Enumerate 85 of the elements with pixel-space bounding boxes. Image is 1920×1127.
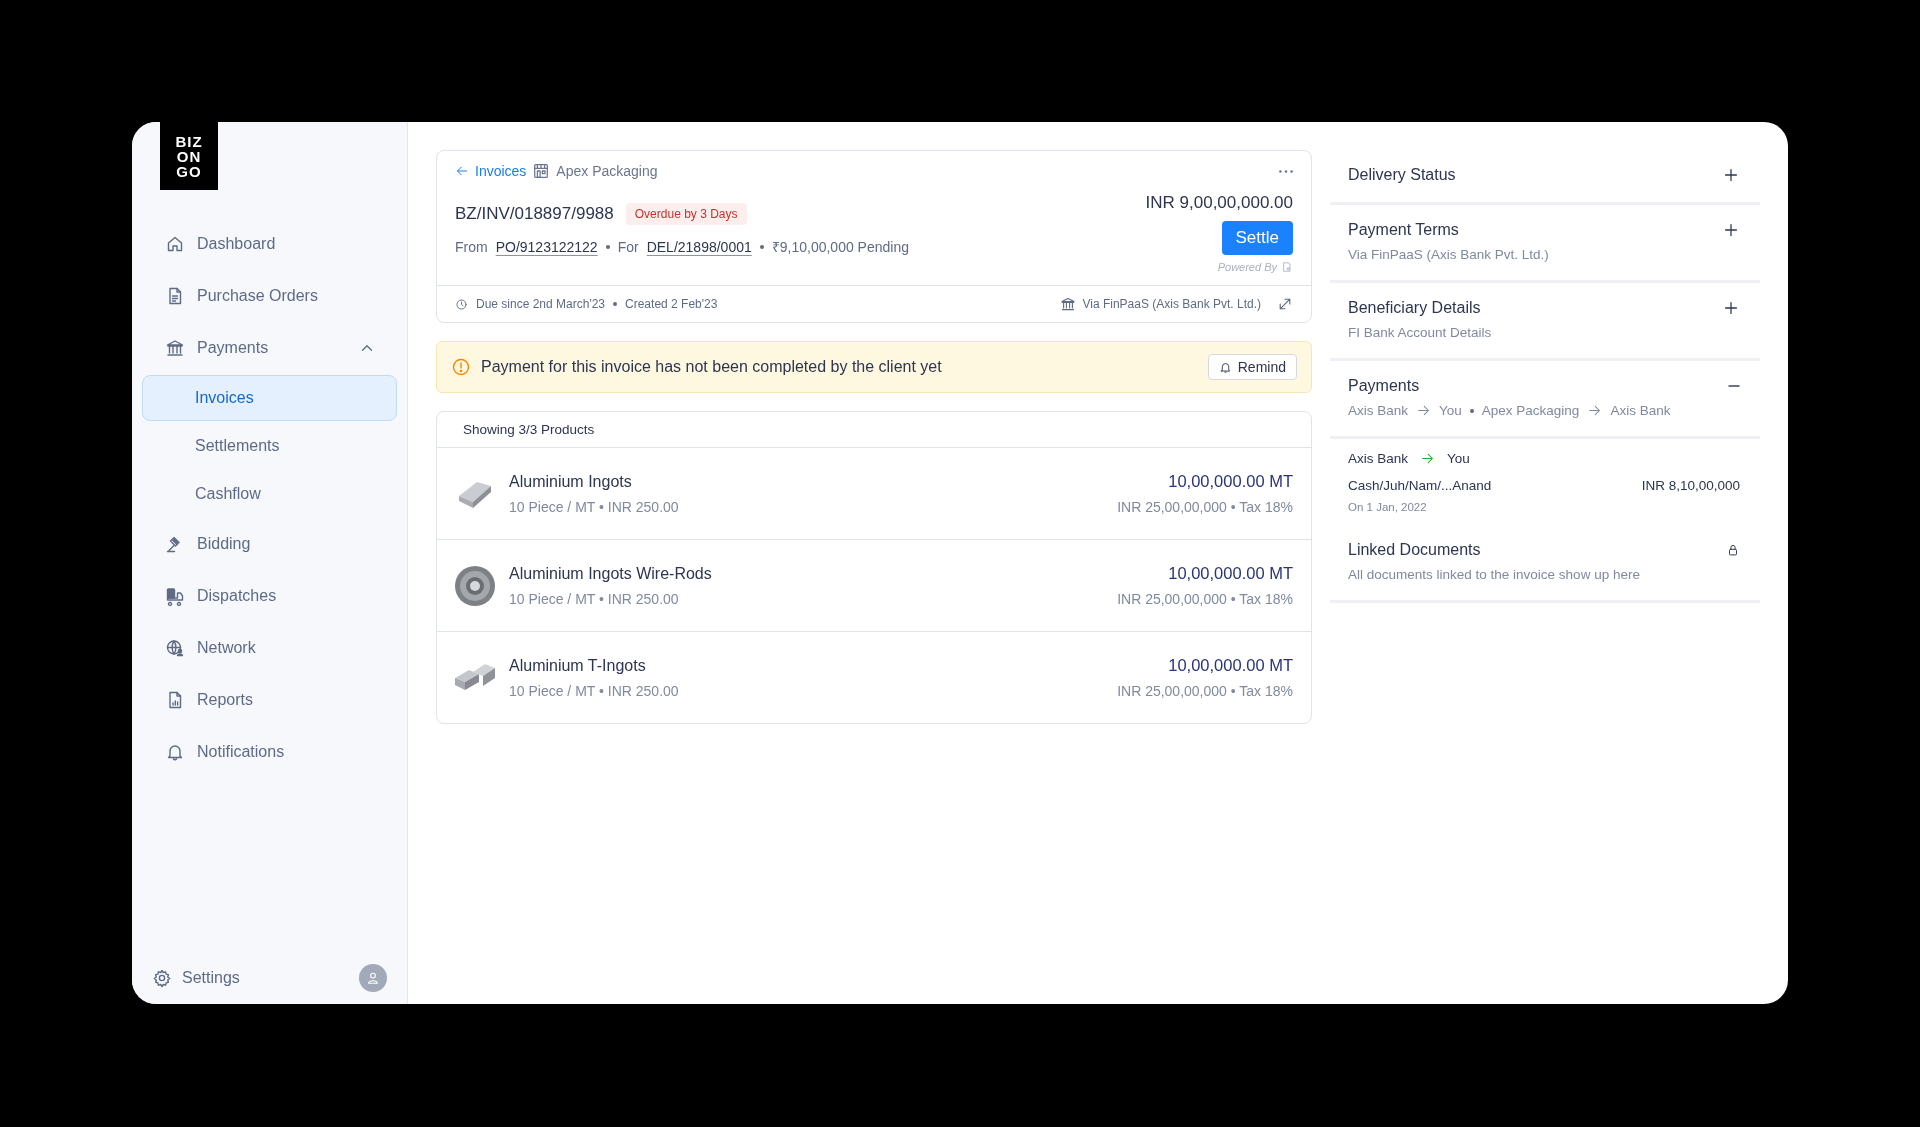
section-title[interactable]: Beneficiary Details [1348,299,1722,317]
product-detail: 10 Piece / MT • INR 250.00 [509,682,680,699]
section-title[interactable]: Payments [1348,377,1728,395]
remind-button[interactable]: Remind [1207,354,1297,380]
arrow-right-icon [1587,403,1603,418]
home-icon [165,234,185,254]
section-title[interactable]: Linked Documents [1348,541,1726,559]
minus-icon [1728,385,1740,387]
route-label: Axis Bank [1348,403,1409,418]
products-heading: Showing 3/3 Products [463,422,595,437]
powered-by-label: Powered By [1217,261,1277,273]
overdue-badge: Overdue by 3 Days [625,203,747,225]
settle-button[interactable]: Settle [1221,221,1293,255]
payment-date: On 1 Jan, 2022 [1348,501,1428,513]
document-icon [1281,261,1293,273]
payment-reference: Cash/Juh/Nam/...Anand [1348,478,1492,493]
product-quantity: 10,00,000.00 MT [1168,656,1293,675]
nav-item[interactable]: Notifications [142,726,397,778]
company-name: Apex Packaging [556,163,658,179]
product-quantity: 10,00,000.00 MT [1168,472,1293,491]
nav-item[interactable]: Dispatches [142,570,397,622]
more-icon [1279,169,1293,173]
section-title[interactable]: Payment Terms [1348,221,1722,239]
globe-icon [165,638,185,658]
delivery-link[interactable]: DEL/21898/0001 [646,238,752,255]
meta-label: From [455,238,488,255]
nav-item[interactable]: Payments [142,322,397,374]
product-total: INR 25,00,00,000 • Tax 18% [1117,591,1293,607]
logo: BIZ ON GO [160,122,218,190]
product-total: INR 25,00,00,000 • Tax 18% [1117,499,1293,515]
store-icon [532,162,551,180]
warning-icon [451,357,471,377]
product-name: Aluminium Ingots Wire-Rods [509,564,713,583]
product-detail: 10 Piece / MT • INR 250.00 [509,590,680,607]
settings-link[interactable]: Settings [182,969,240,987]
bell-icon [1218,360,1232,374]
lock-icon [1726,543,1740,557]
section-subtitle: FI Bank Account Details [1348,325,1492,340]
payment-amount: INR 8,10,00,000 [1641,478,1740,493]
truck-icon [165,586,185,606]
section-title[interactable]: Delivery Status [1348,166,1722,184]
payee-label: You [1447,451,1470,466]
payer-label: Axis Bank [1348,451,1409,466]
person-icon [365,970,381,986]
plus-icon [1722,166,1740,184]
arrow-right-icon [1416,403,1432,418]
created-date: Created 2 Feb'23 [625,297,718,311]
arrow-left-icon [455,164,469,178]
route-label: Axis Bank [1610,403,1671,418]
route-label: You [1439,403,1462,418]
nav-item[interactable]: Bidding [142,518,397,570]
back-link[interactable]: Invoices [455,163,527,179]
nav-subitem[interactable]: Settlements [142,423,397,469]
route-label: Apex Packaging [1481,403,1580,418]
product-name: Aluminium Ingots [509,472,633,491]
bank-icon [1060,296,1077,312]
invoice-amount: INR 9,00,00,000.00 [1145,193,1293,213]
product-detail: 10 Piece / MT • INR 250.00 [509,498,680,515]
settings-icon [152,968,172,988]
nav-item[interactable]: Dashboard [142,218,397,270]
clock-icon [455,297,468,311]
nav-item[interactable]: Purchase Orders [142,270,397,322]
pending-amount: ₹9,10,00,000 Pending [771,238,909,256]
nav-item[interactable]: Network [142,622,397,674]
product-total: INR 25,00,00,000 • Tax 18% [1117,683,1293,699]
payment-channel: Via FinPaaS (Axis Bank Pvt. Ltd.) [1082,297,1261,311]
nav-item[interactable]: Reports [142,674,397,726]
section-subtitle: All documents linked to the invoice show up here [1348,567,1640,582]
arrow-right-icon [1420,451,1436,466]
product-name: Aluminium T-Ingots [509,656,647,675]
bank-icon [165,338,185,358]
invoice-number: BZ/INV/018897/9988 [455,204,614,224]
plus-icon [1722,221,1740,239]
meta-label: For [617,238,639,255]
nav-subitem[interactable]: Invoices [142,375,397,421]
expand-icon [1277,296,1293,312]
product-quantity: 10,00,000.00 MT [1168,564,1293,583]
avatar[interactable] [359,964,387,992]
bell-icon [165,742,185,762]
po-link[interactable]: PO/9123122122 [495,238,598,255]
section-subtitle: Via FinPaaS (Axis Bank Pvt. Ltd.) [1348,247,1549,262]
alert-message: Payment for this invoice has not been completed by the client yet [481,358,943,376]
nav-subitem[interactable]: Cashflow [142,471,397,517]
plus-icon [1722,299,1740,317]
due-date: Due since 2nd March'23 [476,297,606,311]
